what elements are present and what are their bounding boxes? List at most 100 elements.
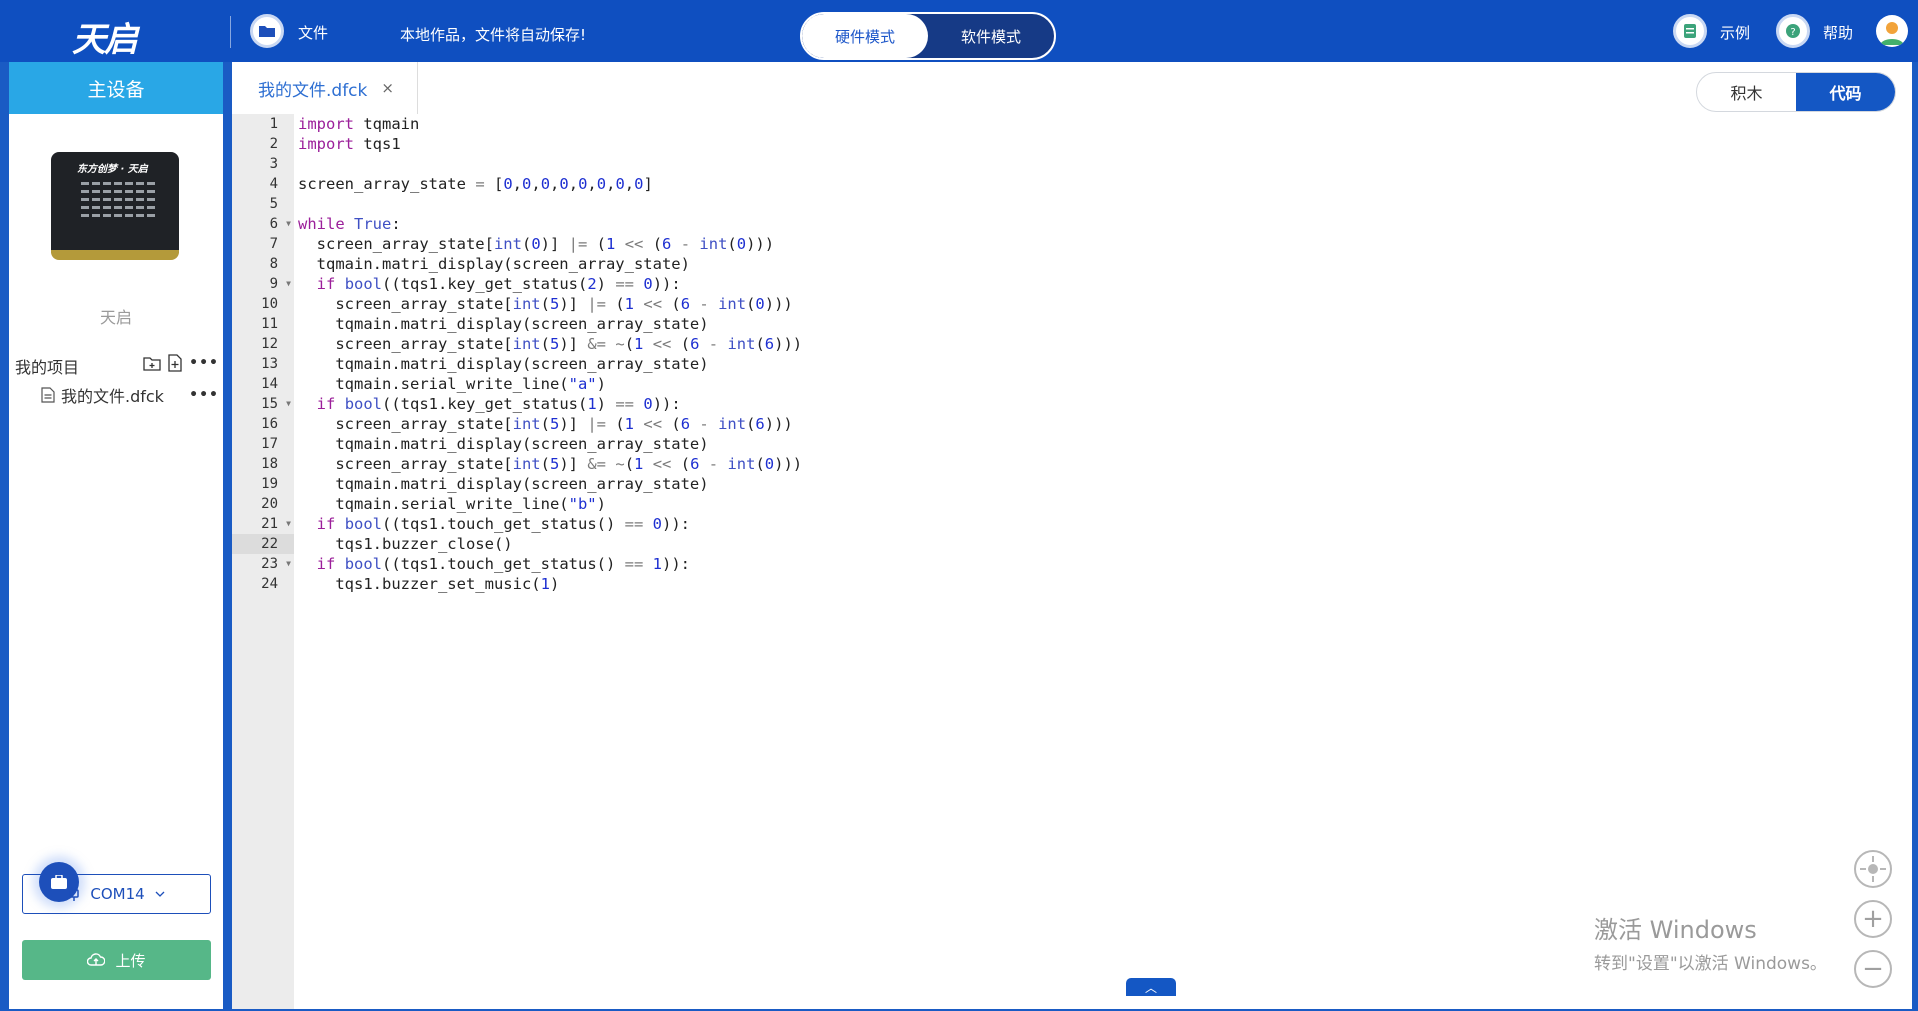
plug-icon (69, 887, 80, 901)
line-number: 16 (261, 416, 278, 432)
code-line[interactable]: while True: (298, 214, 1898, 234)
file-tab[interactable]: 我的文件.dfck × (232, 62, 418, 114)
line-number: 13 (261, 356, 278, 372)
code-line[interactable]: if bool((tqs1.touch_get_status() == 0)): (298, 514, 1898, 534)
code-line[interactable]: screen_array_state[int(5)] &= ~(1 << (6 … (298, 334, 1898, 354)
device-board-image[interactable]: 东方创梦 · 天启 (51, 152, 179, 260)
fold-arrow-icon[interactable]: ▼ (286, 394, 291, 414)
board-name-label: 天启 (99, 308, 132, 327)
project-label: 我的项目 (15, 358, 80, 377)
code-line[interactable] (298, 194, 1898, 214)
blocks-view-button[interactable]: 积木 (1697, 73, 1796, 111)
user-avatar[interactable] (1876, 15, 1908, 47)
line-number: 18 (261, 456, 278, 472)
com-port-select[interactable]: COM14 (22, 874, 211, 914)
help-label[interactable]: 帮助 (1823, 22, 1853, 43)
top-bar: 天启 文件 本地作品，文件将自动保存! 硬件模式 软件模式 示例 ? 帮助 (0, 0, 1918, 62)
logo-divider (230, 16, 231, 48)
line-number: 24 (261, 576, 278, 592)
upload-label: 上传 (115, 951, 146, 970)
line-number: 22 (232, 534, 294, 554)
fold-arrow-icon[interactable]: ▼ (286, 214, 291, 234)
close-icon[interactable]: × (381, 79, 394, 97)
code-line[interactable]: tqmain.matri_display(screen_array_state) (298, 254, 1898, 274)
code-line[interactable]: tqmain.matri_display(screen_array_state) (298, 474, 1898, 494)
file-tree-item[interactable]: 我的文件.dfck ••• (41, 384, 219, 406)
com-port-value: COM14 (90, 885, 145, 903)
file-tab-label[interactable]: 我的文件.dfck (258, 76, 367, 101)
line-number: 11 (261, 316, 278, 332)
project-header: 我的项目 ••• (15, 354, 219, 377)
line-number: 17 (261, 436, 278, 452)
code-line[interactable]: tqs1.buzzer_close() (298, 534, 1898, 554)
code-line[interactable]: screen_array_state[int(5)] |= (1 << (6 -… (298, 414, 1898, 434)
new-file-icon[interactable] (167, 354, 183, 372)
code-line[interactable]: tqmain.matri_display(screen_array_state) (298, 434, 1898, 454)
line-number: 9 ▼ (269, 274, 291, 294)
code-line[interactable]: tqmain.matri_display(screen_array_state) (298, 314, 1898, 334)
chevron-down-icon (155, 891, 165, 897)
upload-button[interactable]: 上传 (22, 940, 211, 980)
line-number: 8 (269, 256, 278, 272)
line-number: 4 (269, 176, 278, 192)
line-number-gutter: 1 2 3 4 5 6 ▼ 7 8 9 ▼ 10 11 12 13 14 15 ▼ 16 17 18 19 20 21 ▼ 22 2… (232, 114, 294, 1009)
line-number: 12 (261, 336, 278, 352)
fold-arrow-icon[interactable]: ▼ (286, 274, 291, 294)
help-icon[interactable]: ? (1776, 14, 1810, 48)
line-number: 15 ▼ (261, 394, 291, 414)
examples-label[interactable]: 示例 (1720, 22, 1750, 43)
file-more-icon[interactable]: ••• (189, 387, 219, 403)
code-line[interactable] (298, 154, 1898, 174)
zoom-out-icon[interactable]: − (1854, 950, 1892, 988)
hardware-mode-tab[interactable]: 硬件模式 (802, 14, 928, 58)
line-number: 20 (261, 496, 278, 512)
code-line[interactable]: tqmain.matri_display(screen_array_state) (298, 354, 1898, 374)
software-mode-tab[interactable]: 软件模式 (928, 14, 1054, 58)
code-line[interactable]: tqmain.serial_write_line("a") (298, 374, 1898, 394)
led-matrix (81, 182, 155, 217)
line-number: 7 (269, 236, 278, 252)
line-number: 14 (261, 376, 278, 392)
code-editor[interactable]: import tqmain import tqs1 screen_array_sta… (298, 114, 1898, 594)
code-line[interactable]: if bool((tqs1.key_get_status(2) == 0)): (298, 274, 1898, 294)
windows-activation-watermark: 激活 Windows 转到"设置"以激活 Windows。 (1594, 910, 1827, 974)
code-line[interactable]: import tqmain (298, 114, 1898, 134)
cloud-upload-icon (87, 953, 106, 966)
chevron-up-icon[interactable]: ︿ (1126, 978, 1176, 996)
line-number: 2 (269, 136, 278, 152)
line-number: 6 ▼ (269, 214, 291, 234)
board-brand: 东方创梦 · 天启 (77, 164, 148, 175)
recenter-icon[interactable] (1854, 850, 1892, 888)
watermark-subtitle: 转到"设置"以激活 Windows。 (1594, 954, 1827, 974)
autosave-notice: 本地作品，文件将自动保存! (400, 26, 587, 44)
file-name[interactable]: 我的文件.dfck (61, 383, 164, 407)
code-line[interactable]: screen_array_state = [0,0,0,0,0,0,0,0] (298, 174, 1898, 194)
svg-text:?: ? (1790, 27, 1795, 38)
code-line[interactable]: if bool((tqs1.touch_get_status() == 1)): (298, 554, 1898, 574)
code-view-button[interactable]: 代码 (1796, 73, 1895, 111)
zoom-in-icon[interactable]: + (1854, 900, 1892, 938)
line-number: 3 (269, 156, 278, 172)
new-folder-icon[interactable] (143, 355, 161, 371)
code-line[interactable]: screen_array_state[int(5)] |= (1 << (6 -… (298, 294, 1898, 314)
editor-panel: 我的文件.dfck × 积木 代码 1 2 3 4 5 6 ▼ 7 8 9 ▼ 10 11 12 13 14 1… (232, 62, 1912, 1009)
folder-icon[interactable] (250, 14, 284, 48)
code-line[interactable]: tqs1.buzzer_set_music(1) (298, 574, 1898, 594)
line-number: 23 ▼ (261, 554, 291, 574)
project-more-icon[interactable]: ••• (189, 355, 219, 371)
code-line[interactable]: tqmain.serial_write_line("b") (298, 494, 1898, 514)
fold-arrow-icon[interactable]: ▼ (286, 514, 291, 534)
code-line[interactable]: screen_array_state[int(5)] &= ~(1 << (6 … (298, 454, 1898, 474)
app-logo: 天启 (72, 20, 138, 60)
file-icon (41, 387, 55, 403)
mode-switch[interactable]: 硬件模式 软件模式 (800, 12, 1056, 60)
view-toggle[interactable]: 积木 代码 (1696, 72, 1896, 112)
code-line[interactable]: if bool((tqs1.key_get_status(1) == 0)): (298, 394, 1898, 414)
code-line[interactable]: screen_array_state[int(0)] |= (1 << (6 -… (298, 234, 1898, 254)
fold-arrow-icon[interactable]: ▼ (286, 554, 291, 574)
line-number: 10 (261, 296, 278, 312)
file-menu-label[interactable]: 文件 (298, 22, 328, 43)
code-line[interactable]: import tqs1 (298, 134, 1898, 154)
main-device-header: 主设备 (9, 62, 223, 114)
examples-icon[interactable] (1673, 14, 1707, 48)
